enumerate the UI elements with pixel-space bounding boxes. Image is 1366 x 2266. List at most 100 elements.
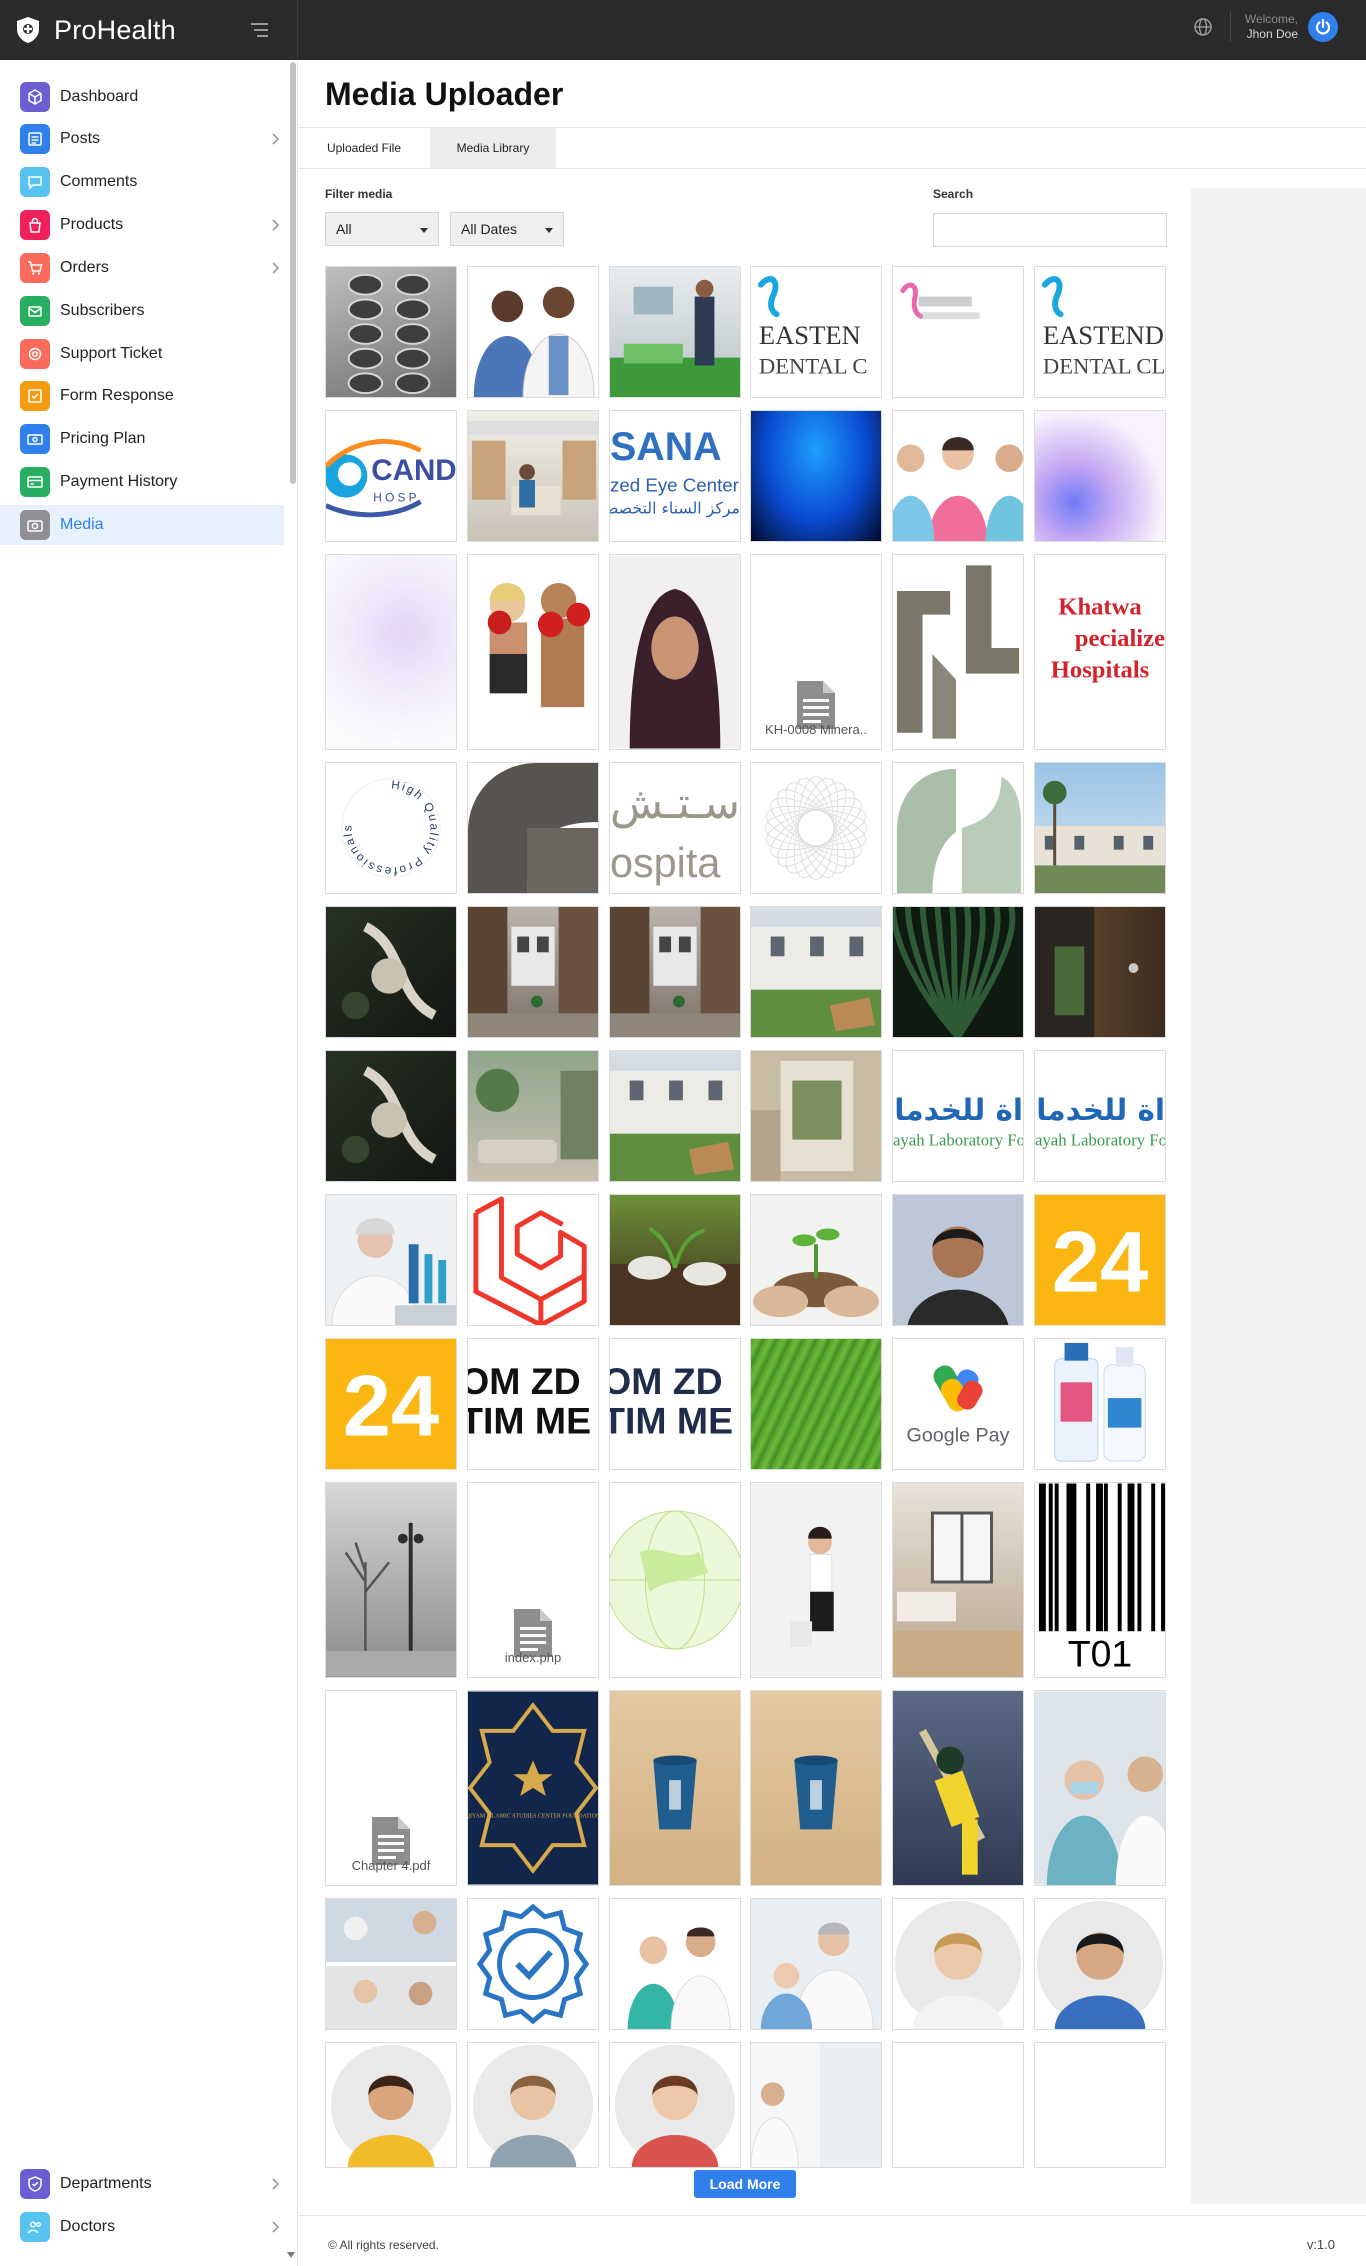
power-avatar-icon[interactable] [1308, 12, 1338, 42]
media-thumbnail[interactable] [892, 554, 1024, 750]
sidebar-item-payment-history[interactable]: Payment History [0, 462, 284, 502]
media-thumbnail[interactable]: سـتـش ospita [609, 762, 741, 894]
media-thumbnail[interactable] [892, 1898, 1024, 2030]
media-thumbnail[interactable] [325, 1050, 457, 1182]
load-more-button[interactable]: Load More [694, 2170, 796, 2198]
media-thumbnail[interactable]: T01 [1034, 1482, 1166, 1678]
sidebar-item-products[interactable]: Products [0, 205, 284, 245]
media-thumbnail[interactable] [467, 266, 599, 398]
media-thumbnail[interactable]: CAND H O S P [325, 410, 457, 542]
media-thumbnail[interactable] [609, 1050, 741, 1182]
media-thumbnail[interactable] [467, 1898, 599, 2030]
media-thumbnail[interactable]: Google Pay [892, 1338, 1024, 1470]
media-thumbnail[interactable] [750, 906, 882, 1038]
media-thumbnail[interactable] [325, 906, 457, 1038]
sidebar-item-comments[interactable]: Comments [0, 162, 284, 202]
media-thumbnail[interactable] [750, 1898, 882, 2030]
media-thumbnail[interactable] [750, 2042, 882, 2168]
media-thumbnail[interactable]: High Quality Professionals [325, 762, 457, 894]
media-thumbnail[interactable] [1034, 762, 1166, 894]
sidebar-item-subscribers[interactable]: Subscribers [0, 291, 284, 331]
svg-text:pecialize: pecialize [1075, 625, 1165, 652]
sidebar-item-support-ticket[interactable]: Support Ticket [0, 334, 284, 374]
media-thumbnail[interactable] [609, 1690, 741, 1886]
media-thumbnail[interactable] [325, 554, 457, 750]
media-thumbnail[interactable] [750, 1050, 882, 1182]
date-filter-select[interactable]: All Dates [450, 212, 564, 246]
media-thumbnail[interactable]: اة للخدمات ayah Laboratory Fo [892, 1050, 1024, 1182]
media-thumbnail[interactable] [325, 266, 457, 398]
media-thumbnail[interactable] [325, 2042, 457, 2168]
media-thumbnail[interactable] [1034, 1690, 1166, 1886]
media-thumbnail[interactable] [892, 2042, 1024, 2168]
media-thumbnail[interactable] [609, 1482, 741, 1678]
media-thumbnail[interactable] [325, 1898, 457, 2030]
media-thumbnail[interactable] [467, 762, 599, 894]
tab-media-library[interactable]: Media Library [430, 128, 556, 168]
media-thumbnail[interactable]: Khatwa pecialize Hospitals [1034, 554, 1166, 750]
media-thumbnail[interactable] [892, 906, 1024, 1038]
tab-uploaded-file[interactable]: Uploaded File [313, 128, 415, 168]
scroll-down-arrow-icon[interactable] [286, 2250, 296, 2260]
media-thumbnail[interactable] [892, 762, 1024, 894]
media-document-tile[interactable]: index.php [467, 1482, 599, 1678]
media-thumbnail[interactable] [1034, 906, 1166, 1038]
media-document-tile[interactable]: KH-0008 Minera.. [750, 554, 882, 750]
media-thumbnail[interactable] [892, 410, 1024, 542]
media-thumbnail[interactable] [892, 266, 1024, 398]
chevron-right-icon [271, 132, 280, 146]
media-thumbnail[interactable] [750, 1690, 882, 1886]
media-thumbnail[interactable]: EASTEN DENTAL C [750, 266, 882, 398]
media-thumbnail[interactable] [609, 266, 741, 398]
media-thumbnail[interactable]: QIYAM ISLAMIC STUDIES CENTER FOUNDATION [467, 1690, 599, 1886]
media-thumbnail[interactable] [325, 1482, 457, 1678]
media-thumbnail[interactable]: 24 [325, 1338, 457, 1470]
sidebar-item-dashboard[interactable]: Dashboard [0, 77, 284, 117]
media-thumbnail[interactable] [892, 1482, 1024, 1678]
media-thumbnail[interactable] [467, 906, 599, 1038]
sidebar-item-posts[interactable]: Posts [0, 119, 284, 159]
media-thumbnail[interactable] [609, 554, 741, 750]
media-thumbnail[interactable] [892, 1194, 1024, 1326]
media-thumbnail[interactable] [609, 1194, 741, 1326]
media-thumbnail[interactable]: OM ZD TIM ME [609, 1338, 741, 1470]
sidebar-item-pricing-plan[interactable]: Pricing Plan [0, 419, 284, 459]
search-input[interactable] [933, 213, 1167, 247]
menu-toggle-icon[interactable] [249, 20, 271, 40]
media-thumbnail[interactable] [1034, 410, 1166, 542]
sidebar-item-departments[interactable]: Departments [0, 2164, 284, 2204]
sidebar-item-doctors[interactable]: Doctors [0, 2207, 284, 2247]
sidebar-item-media[interactable]: Media [0, 505, 284, 545]
media-type-select[interactable]: All [325, 212, 439, 246]
media-thumbnail[interactable] [750, 1194, 882, 1326]
media-thumbnail[interactable] [892, 1690, 1024, 1886]
sidebar-item-orders[interactable]: Orders [0, 248, 284, 288]
media-thumbnail[interactable]: OM ZD TIM ME [467, 1338, 599, 1470]
sidebar-item-form-response[interactable]: Form Response [0, 376, 284, 416]
media-thumbnail[interactable] [325, 1194, 457, 1326]
media-thumbnail[interactable] [1034, 2042, 1166, 2168]
media-thumbnail[interactable] [467, 1194, 599, 1326]
media-thumbnail[interactable]: EASTEND DENTAL CLIN [1034, 266, 1166, 398]
media-thumbnail[interactable] [609, 906, 741, 1038]
media-thumbnail[interactable] [750, 762, 882, 894]
cup-image [751, 1691, 881, 1885]
media-thumbnail[interactable] [1034, 1898, 1166, 2030]
media-thumbnail[interactable] [467, 2042, 599, 2168]
media-thumbnail[interactable] [609, 2042, 741, 2168]
media-thumbnail[interactable] [467, 1050, 599, 1182]
media-thumbnail[interactable] [467, 410, 599, 542]
media-thumbnail[interactable]: 24 [1034, 1194, 1166, 1326]
media-document-tile[interactable]: Chapter 4.pdf [325, 1690, 457, 1886]
media-thumbnail[interactable] [467, 554, 599, 750]
media-thumbnail[interactable]: SANA zed Eye Center مركز السناء التخصص [609, 410, 741, 542]
media-thumbnail[interactable] [750, 1482, 882, 1678]
sidebar-scrollbar-thumb[interactable] [290, 62, 296, 484]
media-thumbnail[interactable]: اة للخدمات ayah Laboratory Fo [1034, 1050, 1166, 1182]
media-thumbnail[interactable] [750, 1338, 882, 1470]
pharmacy-image [468, 411, 598, 541]
media-thumbnail[interactable] [609, 1898, 741, 2030]
media-thumbnail[interactable] [750, 410, 882, 542]
media-thumbnail[interactable] [1034, 1338, 1166, 1470]
globe-icon[interactable] [1192, 16, 1214, 38]
